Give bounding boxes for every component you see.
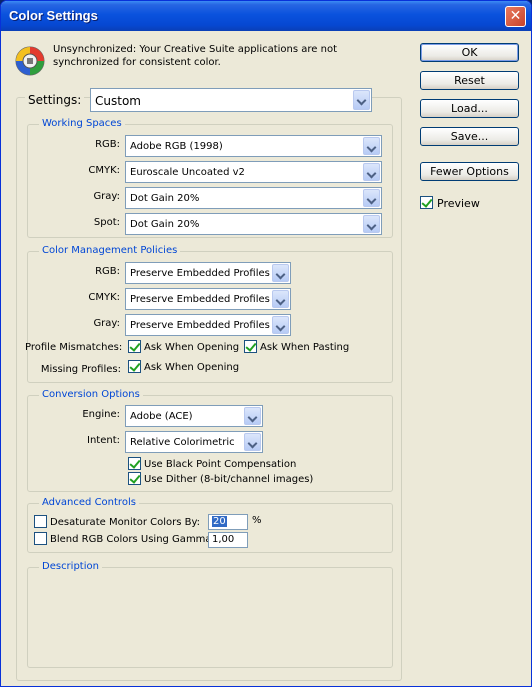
settings-value: Custom: [95, 94, 141, 108]
policy-cmyk-select[interactable]: Preserve Embedded Profiles: [125, 288, 291, 310]
ok-button[interactable]: OK: [420, 43, 519, 62]
chevron-down-icon[interactable]: [363, 189, 380, 207]
dither-checkbox[interactable]: [128, 472, 141, 485]
black-point-checkbox[interactable]: [128, 457, 141, 470]
chevron-down-icon[interactable]: [272, 264, 289, 282]
engine-value: Adobe (ACE): [130, 411, 193, 422]
engine-label: Engine:: [82, 409, 120, 420]
ws-gray-value: Dot Gain 20%: [130, 193, 200, 204]
ws-rgb-select[interactable]: Adobe RGB (1998): [125, 135, 382, 157]
ws-spot-label: Spot:: [93, 217, 120, 228]
mismatch-ask-opening-checkbox[interactable]: [128, 340, 141, 353]
missing-ask-opening-checkbox[interactable]: [128, 360, 141, 373]
policies-title: Color Management Policies: [39, 245, 181, 256]
desaturate-input[interactable]: 20: [208, 514, 248, 530]
chevron-down-icon[interactable]: [353, 90, 370, 110]
ws-cmyk-value: Euroscale Uncoated v2: [130, 167, 245, 178]
desaturate-checkbox[interactable]: [34, 515, 47, 528]
title-bar[interactable]: Color Settings ✕: [1, 1, 531, 31]
chevron-down-icon[interactable]: [272, 290, 289, 308]
ws-gray-select[interactable]: Dot Gain 20%: [125, 187, 382, 209]
policy-cmyk-label: CMYK:: [88, 292, 120, 303]
ws-gray-label: Gray:: [93, 191, 120, 202]
description-title: Description: [39, 561, 102, 572]
window-title: Color Settings: [9, 8, 98, 23]
dither-label: Use Dither (8-bit/channel images): [144, 474, 314, 485]
mismatch-ask-opening-label: Ask When Opening: [144, 342, 240, 353]
conversion-title: Conversion Options: [39, 389, 143, 400]
mismatch-ask-pasting-label: Ask When Pasting: [260, 342, 350, 353]
chevron-down-icon[interactable]: [363, 163, 380, 181]
desaturate-value: 20: [212, 516, 227, 527]
intent-value: Relative Colorimetric: [130, 437, 235, 448]
policy-rgb-label: RGB:: [95, 266, 120, 277]
reset-button[interactable]: Reset: [420, 71, 519, 90]
intent-label: Intent:: [87, 435, 120, 446]
missing-profiles-label: Missing Profiles:: [40, 364, 121, 375]
save-button[interactable]: Save...: [420, 127, 519, 146]
settings-label: Settings:: [25, 93, 85, 107]
missing-ask-opening-label: Ask When Opening: [144, 362, 240, 373]
chevron-down-icon[interactable]: [244, 433, 261, 451]
advanced-title: Advanced Controls: [39, 497, 139, 508]
ws-rgb-value: Adobe RGB (1998): [130, 141, 223, 152]
color-sync-icon: [15, 46, 45, 76]
black-point-label: Use Black Point Compensation: [144, 459, 297, 470]
policy-cmyk-value: Preserve Embedded Profiles: [130, 294, 270, 305]
blend-gamma-input[interactable]: 1,00: [208, 532, 248, 548]
policy-gray-select[interactable]: Preserve Embedded Profiles: [125, 314, 291, 336]
working-spaces-title: Working Spaces: [39, 118, 125, 129]
policy-gray-value: Preserve Embedded Profiles: [130, 320, 270, 331]
desaturate-label: Desaturate Monitor Colors By:: [50, 517, 201, 528]
dialog-body: Unsynchronized: Your Creative Suite appl…: [5, 31, 527, 684]
chevron-down-icon[interactable]: [272, 316, 289, 334]
engine-select[interactable]: Adobe (ACE): [125, 405, 263, 427]
description-group: [27, 567, 393, 668]
intent-select[interactable]: Relative Colorimetric: [125, 431, 263, 453]
color-settings-dialog: Color Settings ✕ Unsynchronized: Your Cr…: [0, 0, 532, 687]
profile-mismatches-label: Profile Mismatches:: [25, 342, 123, 353]
ws-cmyk-select[interactable]: Euroscale Uncoated v2: [125, 161, 382, 183]
chevron-down-icon[interactable]: [244, 407, 261, 425]
mismatch-ask-pasting-checkbox[interactable]: [244, 340, 257, 353]
ws-rgb-label: RGB:: [95, 139, 120, 150]
ws-spot-value: Dot Gain 20%: [130, 219, 200, 230]
close-button[interactable]: ✕: [505, 6, 526, 27]
ws-spot-select[interactable]: Dot Gain 20%: [125, 213, 382, 235]
percent-label: %: [252, 515, 262, 526]
chevron-down-icon[interactable]: [363, 137, 380, 155]
fewer-options-button[interactable]: Fewer Options: [420, 162, 519, 181]
preview-label: Preview: [437, 197, 480, 210]
policy-rgb-value: Preserve Embedded Profiles: [130, 268, 270, 279]
sync-status-message: Unsynchronized: Your Creative Suite appl…: [53, 44, 338, 68]
load-button[interactable]: Load...: [420, 99, 519, 118]
ws-cmyk-label: CMYK:: [88, 165, 120, 176]
chevron-down-icon[interactable]: [363, 215, 380, 233]
policy-rgb-select[interactable]: Preserve Embedded Profiles: [125, 262, 291, 284]
preview-checkbox[interactable]: [420, 196, 433, 209]
policy-gray-label: Gray:: [93, 318, 120, 329]
blend-gamma-checkbox[interactable]: [34, 532, 47, 545]
blend-gamma-label: Blend RGB Colors Using Gamma:: [50, 534, 215, 545]
settings-select[interactable]: Custom: [90, 88, 372, 112]
